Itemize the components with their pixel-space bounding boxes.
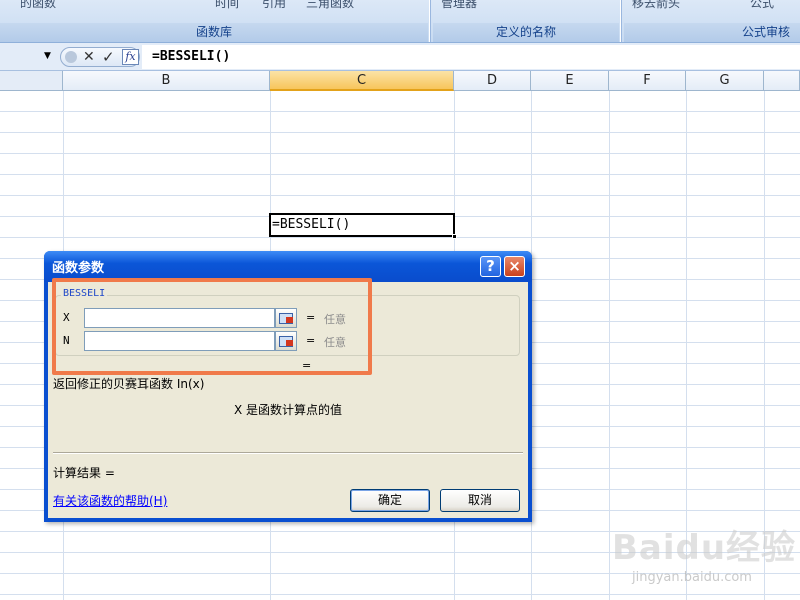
lookup-reference-button[interactable]: 引用 bbox=[262, 0, 286, 11]
formula-controls: ✕ ✓ fx bbox=[60, 47, 140, 67]
formulas-button[interactable]: 公式 bbox=[750, 0, 774, 11]
grid-line bbox=[0, 237, 800, 238]
argument-row-x: X = 任意 bbox=[56, 308, 521, 328]
group-divider bbox=[429, 0, 431, 42]
active-cell-content: =BESSELI() bbox=[272, 217, 351, 232]
formula-input[interactable]: =BESSELI() bbox=[142, 45, 800, 69]
grid-line bbox=[0, 195, 800, 196]
formula-bar: ▼ ✕ ✓ fx =BESSELI() bbox=[0, 43, 800, 71]
group-label-function-library: 函数库 bbox=[0, 23, 428, 42]
function-arguments-dialog: 函数参数 ? × BESSELI X = 任意 N = 任意 = 返回修正的贝赛… bbox=[44, 251, 532, 522]
arguments-frame: BESSELI X = 任意 N = 任意 bbox=[55, 288, 521, 356]
argument-input-x[interactable] bbox=[84, 308, 275, 328]
formula-auditing-group: 移去箭头 公式 公式审核 bbox=[624, 0, 800, 42]
ribbon: 的函数 时间 引用 三角函数 函数库 管理器 定义的名称 移去箭头 公式 公式审… bbox=[0, 0, 800, 43]
dialog-title: 函数参数 bbox=[52, 261, 105, 276]
close-icon[interactable]: × bbox=[504, 256, 525, 277]
column-header-g[interactable]: G bbox=[686, 71, 764, 91]
column-header-f[interactable]: F bbox=[609, 71, 686, 91]
expand-icon[interactable] bbox=[65, 51, 77, 63]
group-label-formula-auditing: 公式审核 bbox=[624, 23, 800, 42]
watermark-logo: Baidu经验 bbox=[612, 528, 797, 568]
defined-names-group: 管理器 定义的名称 bbox=[433, 0, 619, 42]
more-functions-button[interactable]: 的函数 bbox=[20, 0, 56, 11]
remove-arrows-button[interactable]: 移去箭头 bbox=[632, 0, 680, 11]
ok-button[interactable]: 确定 bbox=[350, 489, 430, 512]
date-time-button[interactable]: 时间 bbox=[215, 0, 239, 11]
grid-line bbox=[0, 153, 800, 154]
cancel-icon[interactable]: ✕ bbox=[83, 49, 95, 65]
function-library-group: 的函数 时间 引用 三角函数 函数库 bbox=[0, 0, 428, 42]
argument-description: X 是函数计算点的值 bbox=[233, 403, 343, 417]
argument-result-x: 任意 bbox=[324, 313, 346, 326]
grid-line bbox=[0, 594, 800, 595]
name-box-dropdown-icon[interactable]: ▼ bbox=[44, 51, 51, 61]
group-label-defined-names: 定义的名称 bbox=[433, 23, 619, 42]
enter-icon[interactable]: ✓ bbox=[102, 48, 115, 66]
argument-equals: = bbox=[306, 334, 316, 347]
function-help-link[interactable]: 有关该函数的帮助(H) bbox=[53, 492, 167, 509]
math-trig-button[interactable]: 三角函数 bbox=[306, 0, 354, 11]
function-name-label: BESSELI bbox=[61, 288, 108, 299]
formula-result-equals: = bbox=[302, 359, 312, 372]
collapse-dialog-icon[interactable] bbox=[275, 331, 297, 351]
argument-equals: = bbox=[306, 311, 316, 324]
dialog-title-bar[interactable]: 函数参数 ? × bbox=[44, 251, 532, 282]
calculation-result: 计算结果 = bbox=[53, 466, 115, 480]
function-description: 返回修正的贝赛耳函数 In(x) bbox=[53, 377, 205, 391]
fill-handle[interactable] bbox=[452, 234, 457, 239]
name-manager-button[interactable]: 管理器 bbox=[441, 0, 477, 11]
column-header-c[interactable]: C bbox=[270, 71, 454, 91]
collapse-dialog-icon[interactable] bbox=[275, 308, 297, 328]
group-divider bbox=[620, 0, 622, 42]
help-icon[interactable]: ? bbox=[480, 256, 501, 277]
column-header-e[interactable]: E bbox=[531, 71, 609, 91]
column-header-b[interactable]: B bbox=[63, 71, 270, 91]
grid-line bbox=[0, 132, 800, 133]
watermark-url: jingyan.baidu.com bbox=[632, 570, 752, 585]
argument-label-n: N bbox=[63, 334, 70, 347]
column-header-d[interactable]: D bbox=[454, 71, 531, 91]
divider bbox=[53, 452, 523, 454]
grid-line bbox=[609, 91, 610, 600]
argument-label-x: X bbox=[63, 311, 70, 324]
select-all-corner[interactable] bbox=[0, 71, 63, 91]
cancel-button[interactable]: 取消 bbox=[440, 489, 520, 512]
argument-row-n: N = 任意 bbox=[56, 331, 521, 351]
argument-result-n: 任意 bbox=[324, 336, 346, 349]
column-header-h[interactable] bbox=[764, 71, 800, 91]
grid-line bbox=[0, 111, 800, 112]
grid-line bbox=[0, 174, 800, 175]
active-cell-c[interactable]: =BESSELI() bbox=[269, 213, 457, 239]
dialog-body: BESSELI X = 任意 N = 任意 = 返回修正的贝赛耳函数 In(x)… bbox=[48, 282, 528, 518]
argument-input-n[interactable] bbox=[84, 331, 275, 351]
insert-function-icon[interactable]: fx bbox=[122, 49, 139, 65]
